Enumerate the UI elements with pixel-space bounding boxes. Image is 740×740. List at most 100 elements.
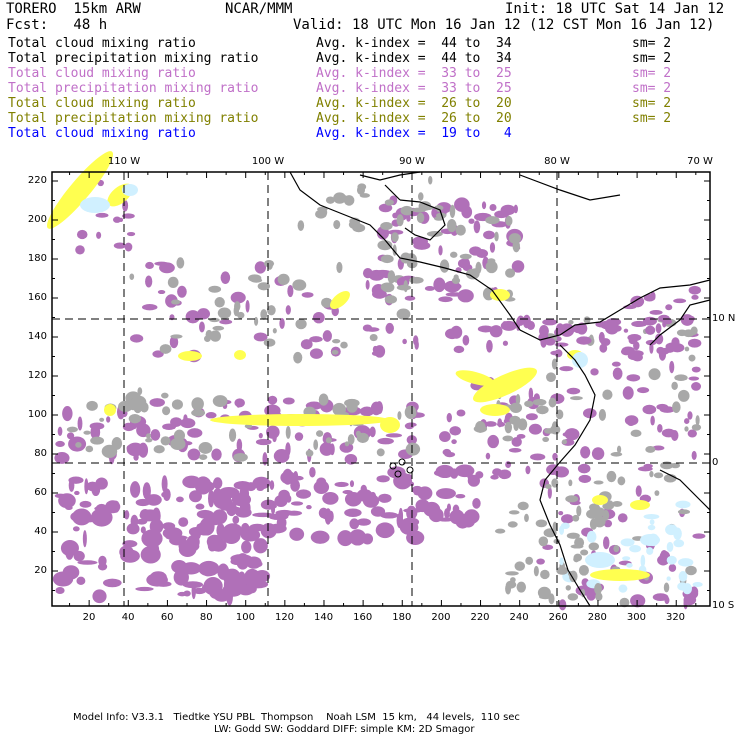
cloud-cell (525, 556, 534, 565)
cloud-cell (90, 436, 105, 445)
cloud-cell (565, 585, 571, 591)
cloud-cell (396, 308, 411, 320)
cloud-cell (613, 544, 620, 553)
cloud-cell (457, 258, 470, 269)
cloud-cell (230, 554, 252, 563)
y-tick-label: 40 (34, 526, 47, 537)
cloud-cell (329, 443, 335, 456)
cloud-cell (691, 450, 697, 460)
cloud-cell (611, 361, 621, 367)
cloud-cell (611, 501, 623, 507)
cloud-cell (580, 549, 589, 556)
cloud-cell (623, 328, 629, 333)
cloud-cell (323, 209, 328, 216)
cloud-cell (433, 469, 450, 477)
cloud-cell (403, 280, 408, 293)
cloud-cell (95, 503, 108, 515)
cloud-cell (508, 233, 522, 244)
cloud-cell (333, 219, 341, 230)
precip-patch (630, 500, 650, 510)
cloud-cell (196, 509, 214, 519)
cloud-cell (663, 582, 670, 593)
cloud-cell (439, 431, 451, 443)
cloud-cell (75, 441, 82, 448)
cloud-cell (161, 392, 169, 399)
cloud-cell (483, 230, 495, 240)
cloud-patch (80, 197, 110, 213)
cloud-cell (313, 439, 319, 451)
cloud-cell (400, 205, 414, 216)
cloud-cell (369, 333, 378, 342)
cloud-cell (627, 334, 642, 342)
y-tick-label: 180 (27, 253, 47, 264)
cloud-cell (661, 347, 675, 353)
cloud-cell (177, 591, 187, 597)
cloud-cell (404, 422, 415, 430)
cloud-cell (552, 521, 558, 532)
lon-label: 90 W (399, 156, 425, 167)
cloud-cell (417, 192, 424, 201)
cloud-cell (285, 305, 291, 315)
cloud-cell (629, 545, 642, 553)
x-tick-label: 300 (626, 612, 646, 623)
cloud-cell (649, 310, 663, 315)
cloud-cell (450, 325, 463, 339)
cloud-cell (588, 542, 600, 551)
cloud-cell (462, 335, 470, 346)
cloud-cell (328, 510, 334, 522)
cloud-cell (486, 339, 493, 353)
cloud-cell (589, 503, 601, 512)
cloud-cell (231, 492, 252, 507)
cloud-cell (598, 409, 607, 421)
cloud-cell (567, 593, 579, 601)
cloud-cell (602, 389, 613, 400)
cloud-cell (513, 204, 518, 214)
cloud-cell (212, 325, 225, 331)
cloud-cell (451, 277, 461, 284)
precip-patch (380, 417, 400, 433)
cloud-cell (577, 463, 591, 474)
cloud-cell (290, 501, 304, 506)
cloud-cell (246, 580, 269, 589)
cloud-cell (62, 406, 73, 422)
cloud-cell (668, 563, 677, 572)
cloud-cell (292, 279, 307, 291)
y-tick-label: 20 (34, 565, 47, 576)
cloud-cell (208, 285, 222, 293)
cloud-cell (475, 261, 482, 274)
cloud-cell (672, 401, 681, 414)
cloud-cell (95, 212, 109, 218)
cloud-cell (372, 345, 378, 354)
cloud-cell (576, 336, 592, 345)
cloud-cell (92, 589, 107, 604)
cloud-cell (580, 446, 591, 459)
cloud-cell (631, 320, 647, 328)
cloud-cell (617, 513, 628, 523)
cloud-cell (250, 278, 263, 283)
cloud-cell (637, 387, 650, 394)
cloud-cell (622, 386, 634, 400)
cloud-cell (102, 578, 122, 588)
cloud-cell (576, 505, 582, 517)
cloud-cell (60, 540, 79, 557)
cloud-cell (502, 435, 514, 442)
cloud-cell (76, 229, 88, 240)
cloud-cell (70, 511, 86, 522)
cloud-cell (640, 554, 646, 568)
precip-patch (104, 404, 116, 416)
cloud-cell (162, 423, 177, 431)
lat-label: 10 S (712, 600, 735, 611)
cloud-cell (455, 494, 466, 499)
cloud-cell (451, 439, 457, 445)
cloud-cell (530, 453, 546, 461)
cloud-cell (691, 424, 702, 431)
cloud-cell (572, 514, 580, 522)
cloud-cell (206, 534, 222, 549)
cloud-cell (66, 426, 78, 433)
cloud-cell (687, 411, 693, 420)
cloud-cell (590, 368, 599, 376)
cloud-cell (558, 599, 567, 611)
cloud-cell (438, 245, 443, 256)
cloud-cell (297, 220, 305, 232)
cloud-cell (365, 279, 370, 290)
